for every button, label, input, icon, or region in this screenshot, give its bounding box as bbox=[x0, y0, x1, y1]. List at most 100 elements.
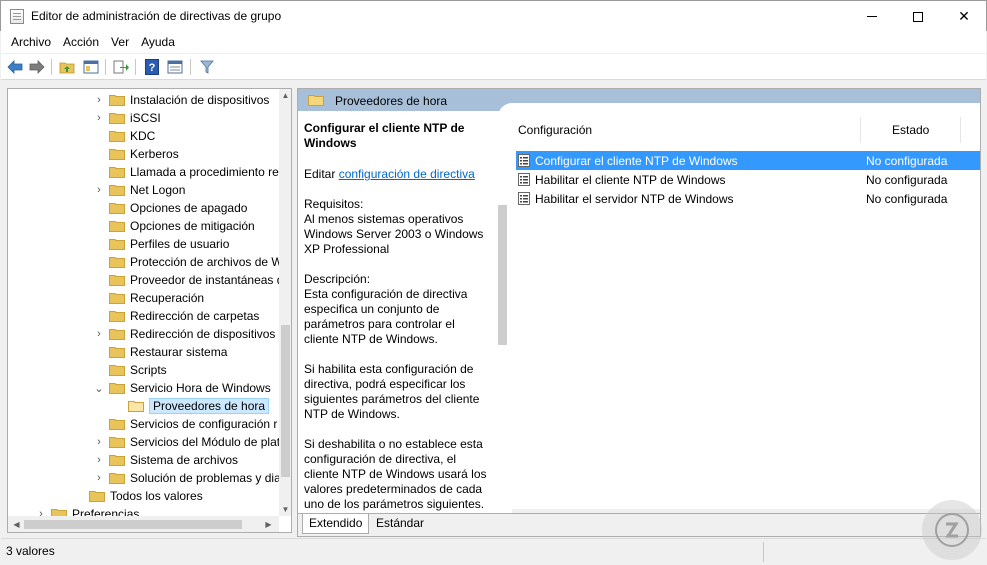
setting-row[interactable]: Configurar el cliente NTP de Windows No c… bbox=[516, 151, 980, 170]
description-scrollbar[interactable]: ▼ bbox=[494, 193, 511, 513]
folder-icon bbox=[109, 310, 125, 322]
tree-item[interactable]: Recuperación bbox=[92, 289, 204, 307]
tree-item[interactable]: Protección de archivos de W bbox=[92, 253, 283, 271]
menu-accion[interactable]: Acción bbox=[57, 31, 105, 53]
forward-button[interactable] bbox=[28, 58, 46, 76]
folder-icon bbox=[109, 328, 125, 340]
tree-item[interactable]: Opciones de mitigación bbox=[92, 217, 255, 235]
minimize-button[interactable] bbox=[849, 1, 895, 32]
tree-vertical-scrollbar[interactable]: ▲ ▼ bbox=[279, 89, 291, 516]
chevron-right-icon[interactable]: › bbox=[92, 433, 106, 451]
show-hide-tree-button[interactable] bbox=[82, 58, 100, 76]
tree-pane[interactable]: › Instalación de dispositivos › iSCSI KDC Ker… bbox=[7, 88, 292, 533]
help-icon: ? bbox=[145, 59, 159, 75]
tree-item-label: Restaurar sistema bbox=[130, 345, 228, 359]
title-bar: Editor de administración de directivas d… bbox=[0, 0, 987, 31]
menu-ver[interactable]: Ver bbox=[105, 31, 135, 53]
tree-item-label: Proveedores de hora bbox=[149, 398, 270, 414]
folder-icon bbox=[109, 418, 125, 430]
close-icon: ✕ bbox=[958, 8, 970, 24]
view-tabs: Extendido Estándar bbox=[298, 513, 980, 536]
scroll-up-icon[interactable]: ▲ bbox=[279, 89, 291, 102]
toolbar: ? bbox=[1, 54, 986, 80]
tree-item[interactable]: Todos los valores bbox=[72, 487, 203, 505]
tree-item[interactable]: KDC bbox=[92, 127, 155, 145]
main-area: › Instalación de dispositivos › iSCSI KDC Ker… bbox=[1, 81, 986, 538]
tab-estandar[interactable]: Estándar bbox=[370, 514, 430, 534]
tree-item[interactable]: Proveedores de hora bbox=[111, 397, 270, 415]
folder-icon bbox=[109, 346, 125, 358]
column-header-state[interactable]: Estado bbox=[892, 117, 929, 143]
folder-icon bbox=[109, 238, 125, 250]
settings-list: Configuración Estado Configurar el clien… bbox=[512, 111, 980, 527]
properties-view-button[interactable] bbox=[166, 58, 184, 76]
tree-item[interactable]: Scripts bbox=[92, 361, 167, 379]
tree-hscroll-thumb[interactable] bbox=[24, 520, 242, 529]
help-button[interactable]: ? bbox=[143, 58, 161, 76]
menu-ayuda[interactable]: Ayuda bbox=[135, 31, 181, 53]
export-list-button[interactable] bbox=[112, 58, 130, 76]
maximize-button[interactable] bbox=[895, 1, 941, 32]
setting-row[interactable]: Habilitar el cliente NTP de Windows No co… bbox=[516, 170, 980, 189]
up-folder-button[interactable] bbox=[58, 58, 76, 76]
tree-item[interactable]: › Net Logon bbox=[92, 181, 185, 199]
svg-text:?: ? bbox=[149, 62, 156, 74]
scroll-down-icon[interactable]: ▼ bbox=[279, 503, 291, 516]
tree-item-label: Scripts bbox=[130, 363, 167, 377]
scroll-left-icon[interactable]: ◀ bbox=[10, 518, 23, 531]
tree-item-label: Instalación de dispositivos bbox=[130, 93, 270, 107]
menu-archivo[interactable]: Archivo bbox=[5, 31, 57, 53]
chevron-right-icon[interactable]: › bbox=[92, 325, 106, 343]
chevron-right-icon[interactable]: › bbox=[92, 451, 106, 469]
tree-item[interactable]: › Instalación de dispositivos bbox=[92, 91, 269, 109]
tree-item[interactable]: › Servicios del Módulo de plat bbox=[92, 433, 280, 451]
tab-extendido[interactable]: Extendido bbox=[302, 514, 370, 534]
tree-item[interactable]: › Solución de problemas y dia bbox=[92, 469, 281, 487]
chevron-right-icon[interactable]: › bbox=[92, 109, 106, 127]
folder-icon bbox=[109, 166, 125, 178]
policy-description: Editar configuración de directiva Requis… bbox=[304, 167, 489, 513]
tree-item[interactable]: Restaurar sistema bbox=[92, 343, 227, 361]
details-pane: Proveedores de hora Configurar el client… bbox=[297, 88, 981, 537]
tree-item[interactable]: Kerberos bbox=[92, 145, 179, 163]
tree-item[interactable]: ⌄ Servicio Hora de Windows bbox=[92, 379, 270, 397]
tree-item[interactable]: › Sistema de archivos bbox=[92, 451, 238, 469]
filter-button[interactable] bbox=[198, 58, 216, 76]
tree-scroll-thumb[interactable] bbox=[281, 325, 290, 477]
setting-row[interactable]: Habilitar el servidor NTP de Windows No c… bbox=[516, 189, 980, 208]
scroll-right-icon[interactable]: ▶ bbox=[262, 518, 275, 531]
close-button[interactable]: ✕ bbox=[941, 1, 987, 32]
tree-item[interactable]: › iSCSI bbox=[92, 109, 161, 127]
chevron-right-icon[interactable]: › bbox=[92, 181, 106, 199]
description-text: Descripción: Esta configuración de direc… bbox=[304, 272, 468, 346]
tree-item[interactable]: Perfiles de usuario bbox=[92, 235, 229, 253]
tree-horizontal-scrollbar[interactable]: ◀ ▶ bbox=[8, 516, 279, 532]
folder-icon bbox=[109, 364, 125, 376]
chevron-right-icon[interactable]: › bbox=[92, 469, 106, 487]
tree-item[interactable]: › Redirección de dispositivos bbox=[92, 325, 275, 343]
chevron-right-icon[interactable]: › bbox=[92, 91, 106, 109]
tree-item[interactable]: Proveedor de instantáneas d bbox=[92, 271, 283, 289]
tree-item-label: Kerberos bbox=[130, 147, 179, 161]
folder-icon bbox=[128, 400, 144, 412]
policy-setting-icon bbox=[518, 192, 530, 205]
tree-item-label: Llamada a procedimiento re bbox=[130, 165, 279, 179]
back-button[interactable] bbox=[6, 58, 24, 76]
tree-item[interactable]: Redirección de carpetas bbox=[92, 307, 259, 325]
watermark-logo bbox=[922, 500, 982, 560]
tree-item[interactable]: Opciones de apagado bbox=[92, 199, 247, 217]
edit-policy-link[interactable]: configuración de directiva bbox=[339, 167, 475, 181]
column-header-setting[interactable]: Configuración bbox=[518, 117, 592, 143]
description-scroll-thumb[interactable] bbox=[498, 205, 507, 345]
tree-item[interactable]: Llamada a procedimiento re bbox=[92, 163, 279, 181]
tree-item[interactable]: Servicios de configuración r bbox=[92, 415, 277, 433]
chevron-down-icon[interactable]: ⌄ bbox=[92, 379, 106, 397]
